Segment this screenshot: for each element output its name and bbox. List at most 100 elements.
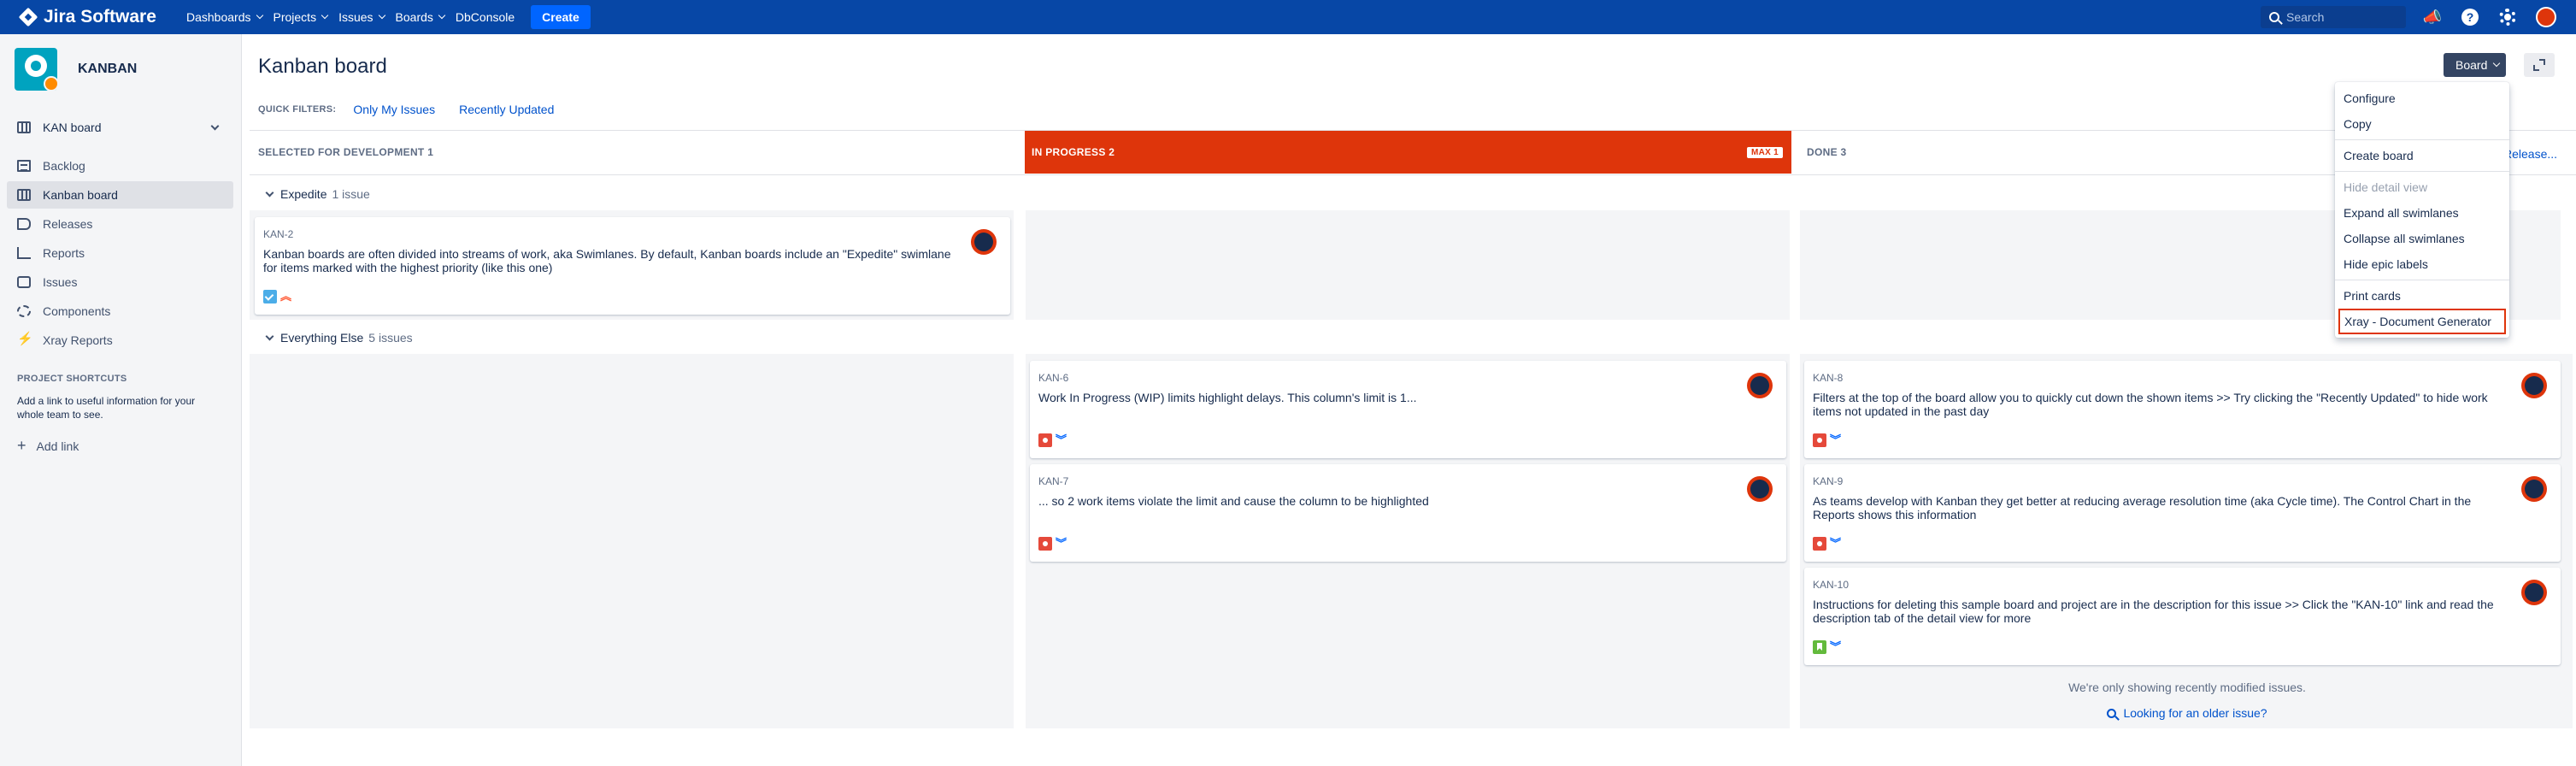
menu-item-print-cards[interactable]: Print cards	[2335, 283, 2509, 309]
nav-issues-label: Issues	[338, 10, 373, 24]
nav-dashboards[interactable]: Dashboards	[186, 10, 263, 24]
swimlane-count: 1 issue	[332, 187, 370, 201]
settings-icon[interactable]	[2499, 9, 2516, 26]
issue-card-kan-10[interactable]: KAN-10 Instructions for deleting this sa…	[1804, 568, 2561, 665]
sidebar-item-label: Xray Reports	[43, 333, 113, 347]
top-navigation: Jira Software Dashboards Projects Issues…	[0, 0, 2576, 34]
priority-low-icon: ︾	[1056, 537, 1067, 550]
fullscreen-button[interactable]	[2524, 53, 2555, 77]
expand-icon	[2533, 59, 2545, 71]
issue-card-kan-6[interactable]: KAN-6 Work In Progress (WIP) limits high…	[1030, 361, 1786, 458]
project-header[interactable]: KANBAN	[15, 48, 137, 91]
sidebar-item-reports[interactable]: Reports	[7, 239, 233, 267]
menu-separator	[2335, 139, 2509, 140]
reports-icon	[17, 247, 31, 259]
issue-card-kan-8[interactable]: KAN-8 Filters at the top of the board al…	[1804, 361, 2561, 458]
board-menu-label: Board	[2455, 58, 2488, 72]
sidebar-item-components[interactable]: Components	[7, 298, 233, 325]
older-issues-label: Looking for an older issue?	[2123, 706, 2267, 720]
bug-type-icon	[1038, 537, 1052, 551]
recent-issues-note: We're only showing recently modified iss…	[2068, 681, 2306, 694]
older-issues-link[interactable]: Looking for an older issue?	[1802, 706, 2573, 720]
nav-boards[interactable]: Boards	[396, 10, 446, 24]
board-dropdown-menu: Configure Copy Create board Hide detail …	[2335, 82, 2509, 338]
menu-item-copy[interactable]: Copy	[2335, 111, 2509, 137]
swimlane-expedite[interactable]: Expedite 1 issue	[265, 187, 370, 201]
issue-key[interactable]: KAN-10	[1813, 579, 2509, 591]
issue-card-kan-7[interactable]: KAN-7 ... so 2 work items violate the li…	[1030, 464, 1786, 562]
sidebar-item-backlog[interactable]: Backlog	[7, 152, 233, 180]
search-icon	[2107, 709, 2117, 718]
search-input[interactable]	[2286, 10, 2397, 24]
sidebar-item-label: Backlog	[43, 159, 85, 173]
issue-summary: Filters at the top of the board allow yo…	[1813, 391, 2488, 418]
priority-low-icon: ︾	[1830, 537, 1842, 550]
priority-low-icon: ︾	[1830, 433, 1842, 446]
project-sidebar: KANBAN KAN board Backlog Kanban board Re…	[0, 34, 242, 766]
nav-projects[interactable]: Projects	[273, 10, 329, 24]
chevron-down-icon	[2493, 59, 2501, 68]
chevron-down-icon	[256, 11, 263, 20]
priority-highest-icon: ︽	[280, 290, 292, 303]
issue-key[interactable]: KAN-7	[1038, 475, 1735, 487]
nav-dashboards-label: Dashboards	[186, 10, 251, 24]
column-header-in-progress: IN PROGRESS 2 MAX 1	[1025, 131, 1791, 174]
sidebar-item-label: Kanban board	[43, 188, 118, 202]
user-avatar[interactable]	[2536, 7, 2556, 27]
lane-else-selected	[250, 354, 1014, 728]
bug-type-icon	[1813, 537, 1826, 551]
notifications-icon[interactable]: 📣	[2423, 9, 2442, 26]
assignee-avatar	[2521, 580, 2547, 605]
help-icon[interactable]: ?	[2461, 9, 2479, 26]
priority-low-icon: ︾	[1056, 433, 1067, 446]
issue-key[interactable]: KAN-8	[1813, 372, 2509, 384]
sidebar-item-releases[interactable]: Releases	[7, 210, 233, 238]
column-name: IN PROGRESS	[1032, 146, 1106, 158]
board-selector[interactable]: KAN board	[17, 121, 226, 134]
board-menu-button[interactable]: Board	[2444, 53, 2506, 77]
quick-filters: QUICK FILTERS: Only My Issues Recently U…	[258, 103, 578, 116]
issue-key[interactable]: KAN-2	[263, 228, 959, 240]
page-title: Kanban board	[258, 55, 387, 78]
column-header-selected: SELECTED FOR DEVELOPMENT 1	[251, 131, 1020, 174]
column-header-bottom-border	[250, 174, 2576, 175]
menu-item-hide-epic-labels[interactable]: Hide epic labels	[2335, 251, 2509, 277]
story-type-icon	[1813, 640, 1826, 654]
menu-separator	[2335, 171, 2509, 172]
nav-issues[interactable]: Issues	[338, 10, 385, 24]
sidebar-item-issues[interactable]: Issues	[7, 268, 233, 296]
sidebar-item-label: Issues	[43, 275, 78, 289]
create-button[interactable]: Create	[531, 5, 591, 29]
gear-icon	[2499, 9, 2516, 26]
swimlane-everything-else[interactable]: Everything Else 5 issues	[265, 331, 413, 345]
menu-item-hide-detail-view: Hide detail view	[2344, 180, 2428, 194]
bug-type-icon	[1038, 433, 1052, 447]
nav-dbconsole[interactable]: DbConsole	[456, 10, 515, 24]
issue-key[interactable]: KAN-6	[1038, 372, 1735, 384]
card-icons: ︽	[263, 290, 291, 303]
menu-item-collapse-all-swimlanes[interactable]: Collapse all swimlanes	[2335, 226, 2509, 251]
menu-item-create-board[interactable]: Create board	[2335, 143, 2509, 168]
filter-recently-updated[interactable]: Recently Updated	[459, 103, 554, 116]
menu-item-xray-document-generator[interactable]: Xray - Document Generator	[2338, 309, 2506, 334]
issue-key[interactable]: KAN-9	[1813, 475, 2509, 487]
menu-item-expand-all-swimlanes[interactable]: Expand all swimlanes	[2335, 200, 2509, 226]
issue-card-kan-9[interactable]: KAN-9 As teams develop with Kanban they …	[1804, 464, 2561, 562]
jira-logo-icon	[19, 8, 38, 27]
sidebar-item-xray-reports[interactable]: Xray Reports	[7, 327, 233, 354]
release-link[interactable]: Release...	[2503, 147, 2557, 161]
chevron-down-icon	[210, 121, 220, 131]
filter-only-my-issues[interactable]: Only My Issues	[353, 103, 435, 116]
search-box[interactable]	[2261, 6, 2406, 28]
jira-logo[interactable]: Jira Software	[19, 7, 186, 27]
sidebar-item-kanban-board[interactable]: Kanban board	[7, 181, 233, 209]
menu-item-configure[interactable]: Configure	[2335, 85, 2509, 111]
issue-card-kan-2[interactable]: KAN-2 Kanban boards are often divided in…	[255, 217, 1010, 315]
bug-type-icon	[1813, 433, 1826, 447]
components-icon	[17, 305, 31, 317]
project-status-badge	[44, 76, 59, 91]
project-name: KANBAN	[78, 62, 138, 76]
sidebar-item-label: Reports	[43, 246, 85, 260]
add-link-button[interactable]: + Add link	[17, 437, 79, 455]
swimlane-count: 5 issues	[368, 331, 413, 345]
